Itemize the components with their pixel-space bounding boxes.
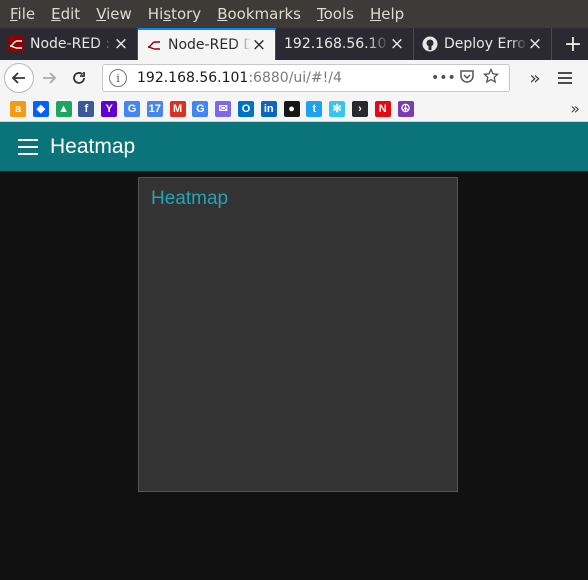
menu-item-history[interactable]: History <box>140 0 209 28</box>
tab-title: Node-RED : <box>30 36 111 52</box>
google-drive-icon[interactable]: ▲ <box>55 100 72 117</box>
node-red-icon <box>8 36 24 52</box>
github-icon <box>422 36 438 52</box>
tab-close-icon[interactable]: × <box>113 36 129 53</box>
overflow-chevron-icon[interactable]: » <box>520 63 550 93</box>
page-title: Heatmap <box>50 134 136 158</box>
reload-button[interactable] <box>64 63 94 93</box>
tab-strip: Node-RED : × Node-RED D × 192.168.56.101 × Dep… <box>0 28 588 60</box>
tab-close-icon[interactable]: × <box>527 36 543 53</box>
app-toolbar: Heatmap <box>0 122 588 171</box>
browser-tab[interactable]: Node-RED : × <box>0 28 138 60</box>
navigation-bar: i 192.168.56.101:6880/ui/#!/4 ••• » <box>0 60 588 96</box>
bookmarks-overflow-icon[interactable]: » <box>570 99 580 118</box>
yahoo-icon[interactable]: Y <box>101 100 118 117</box>
url-path: :6880/ui/#!/4 <box>248 70 342 86</box>
tab-title: Node-RED D <box>168 37 251 53</box>
outlook-icon[interactable]: O <box>237 100 254 117</box>
hamburger-menu-icon[interactable] <box>550 63 580 93</box>
dashboard-content: Heatmap <box>0 171 588 580</box>
google-icon[interactable]: G <box>123 100 140 117</box>
arrow-right-icon <box>43 72 57 84</box>
slack-icon[interactable]: ✻ <box>329 100 346 117</box>
amazon-icon[interactable]: a <box>10 100 26 117</box>
tab-title: Deploy Error <box>444 36 527 52</box>
site-info-icon[interactable]: i <box>109 69 127 87</box>
node-red-icon <box>146 37 162 53</box>
mail-icon[interactable]: ✉ <box>215 100 232 117</box>
menu-icon[interactable] <box>18 138 38 155</box>
plex-icon[interactable]: › <box>351 100 368 117</box>
tab-close-icon[interactable]: × <box>251 37 267 54</box>
back-button[interactable] <box>4 63 34 93</box>
google-icon-2[interactable]: G <box>192 100 209 117</box>
browser-tab[interactable]: Node-RED D × <box>138 28 276 60</box>
twitter-icon[interactable]: t <box>306 100 323 117</box>
card-title: Heatmap <box>151 188 229 209</box>
bookmark-star-icon[interactable] <box>479 67 503 88</box>
peace-icon[interactable]: ☮ <box>397 100 414 117</box>
url-text[interactable]: 192.168.56.101:6880/ui/#!/4 <box>137 70 431 86</box>
tab-title: 192.168.56.101 <box>284 36 389 52</box>
new-tab-button[interactable]: + <box>558 28 588 60</box>
forward-button[interactable] <box>34 63 64 93</box>
pocket-icon[interactable] <box>455 68 479 88</box>
dropbox-icon[interactable]: ◆ <box>32 100 49 117</box>
arrow-left-icon <box>11 72 25 84</box>
menu-item-tools[interactable]: Tools <box>309 0 362 28</box>
calendar-icon[interactable]: 17 <box>146 100 163 117</box>
github-icon[interactable]: ● <box>283 100 300 117</box>
menu-item-view[interactable]: View <box>88 0 140 28</box>
tab-close-icon[interactable]: × <box>389 36 405 53</box>
page-actions-icon[interactable]: ••• <box>431 70 456 86</box>
menu-item-help[interactable]: Help <box>362 0 412 28</box>
browser-tab[interactable]: Deploy Error × <box>414 28 552 60</box>
bookmarks-bar: a ◆ ▲ f Y G 17 M G ✉ Oin ● t ✻ › N ☮» <box>0 96 588 122</box>
linkedin-icon[interactable]: in <box>260 100 277 117</box>
netflix-icon[interactable]: N <box>374 100 391 117</box>
facebook-icon[interactable]: f <box>78 100 95 117</box>
gmail-icon[interactable]: M <box>169 100 186 117</box>
menu-item-file[interactable]: File <box>2 0 43 28</box>
heatmap-card: Heatmap <box>138 177 458 492</box>
browser-tab[interactable]: 192.168.56.101 × <box>276 28 414 60</box>
url-host: 192.168.56.101 <box>137 70 249 86</box>
menu-item-bookmarks[interactable]: Bookmarks <box>209 0 309 28</box>
url-bar[interactable]: i 192.168.56.101:6880/ui/#!/4 ••• <box>102 64 510 92</box>
menu-bar: File Edit View History Bookmarks Tools Help <box>0 0 588 28</box>
reload-icon <box>73 72 85 84</box>
menu-item-edit[interactable]: Edit <box>43 0 88 28</box>
